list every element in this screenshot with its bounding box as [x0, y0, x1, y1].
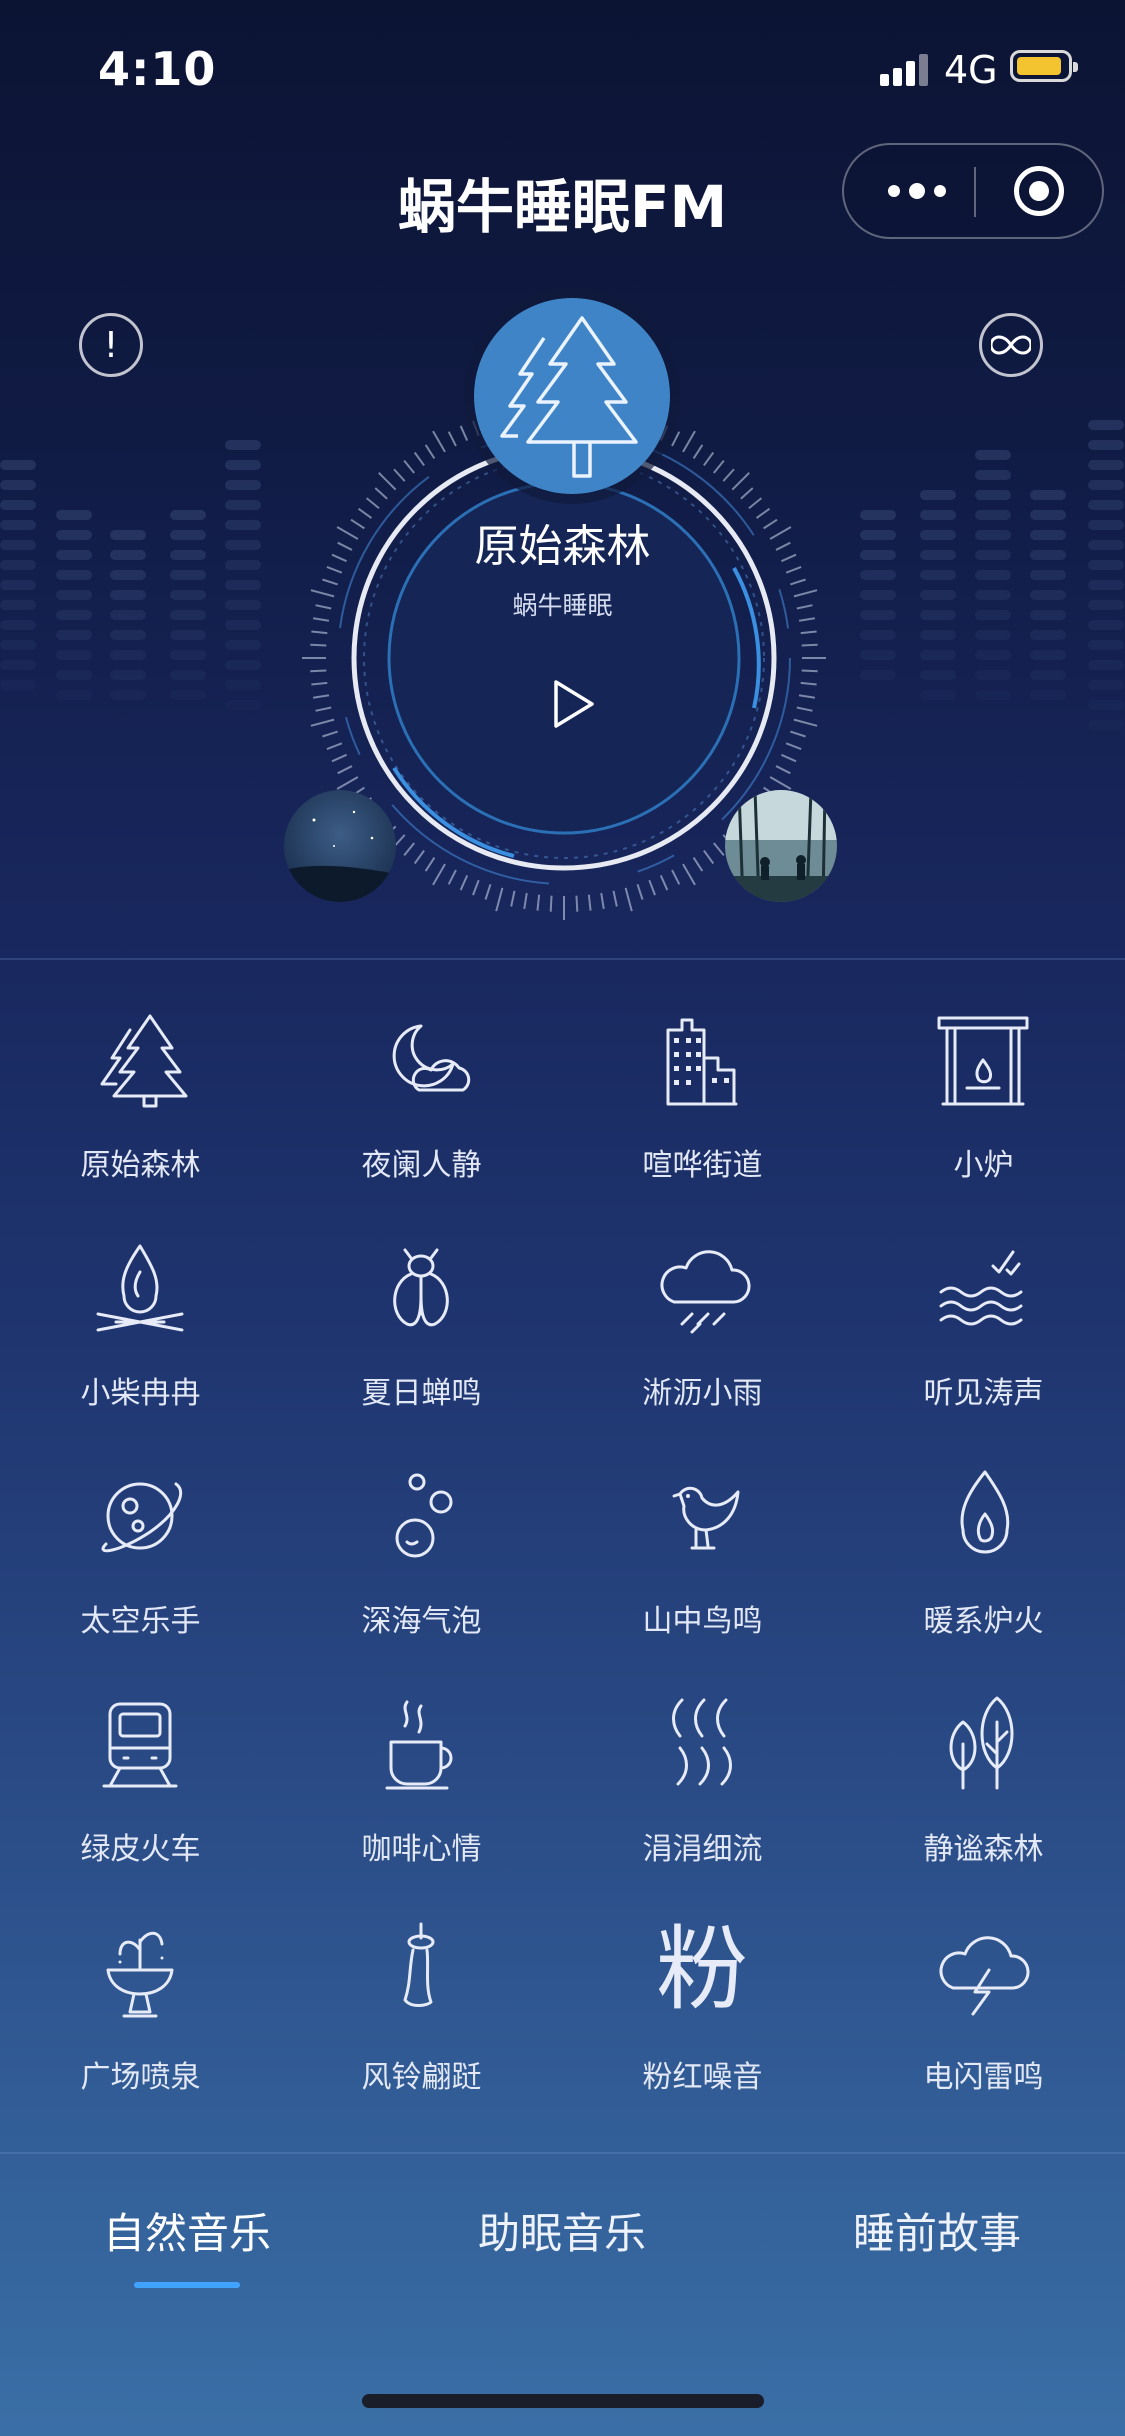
fireplace-icon — [933, 1008, 1033, 1108]
close-mini-program-button[interactable] — [1014, 166, 1064, 216]
warning-info-icon[interactable]: ! — [79, 313, 143, 377]
sound-item-label: 绿皮火车 — [80, 1832, 201, 1867]
sound-item-label: 广场喷泉 — [80, 2060, 201, 2095]
network-type: 4G — [944, 48, 998, 92]
pink-noise-icon: 粉 — [655, 1916, 748, 2023]
home-indicator[interactable] — [362, 2394, 764, 2408]
sound-item-label: 深海气泡 — [361, 1604, 482, 1639]
sound-item-label: 风铃翩跹 — [361, 2060, 482, 2095]
tab-nature-music[interactable]: 自然音乐 — [37, 2200, 337, 2261]
thunder-cloud-icon — [933, 1920, 1033, 2020]
sound-item[interactable]: 听见涛声 — [843, 1218, 1124, 1446]
sound-item[interactable]: 淅沥小雨 — [562, 1218, 843, 1446]
prev-track-thumbnail-night-sky[interactable] — [284, 790, 396, 902]
sound-item-label: 小柴冉冉 — [80, 1376, 201, 1411]
fountain-icon — [90, 1920, 190, 2020]
sound-item-label: 原始森林 — [80, 1148, 201, 1183]
sound-item[interactable]: 小炉 — [843, 990, 1124, 1218]
equalizer-bar — [225, 440, 261, 720]
active-tab-indicator — [134, 2282, 240, 2288]
sound-item[interactable]: 咖啡心情 — [281, 1674, 562, 1902]
sound-item-label: 粉红噪音 — [642, 2060, 763, 2095]
tab-sleep-music[interactable]: 助眠音乐 — [412, 2200, 712, 2261]
cellular-signal-icon — [880, 52, 932, 86]
sound-item[interactable]: 山中鸟鸣 — [562, 1446, 843, 1674]
equalizer-bar — [975, 450, 1011, 710]
planet-icon — [90, 1464, 190, 1564]
sound-item[interactable]: 静谧森林 — [843, 1674, 1124, 1902]
sound-item-label: 喧哗街道 — [642, 1148, 763, 1183]
sound-item[interactable]: 广场喷泉 — [0, 1902, 281, 2130]
capsule-divider — [974, 167, 976, 217]
bubbles-icon — [371, 1464, 471, 1564]
sound-item[interactable]: 深海气泡 — [281, 1446, 562, 1674]
waves-icon — [933, 1236, 1033, 1336]
flame-icon — [933, 1464, 1033, 1564]
train-icon — [90, 1692, 190, 1792]
rain-cloud-icon — [652, 1236, 752, 1336]
current-track-title: 原始森林 — [474, 521, 651, 572]
bird-icon — [652, 1464, 752, 1564]
sound-item[interactable]: 粉粉红噪音 — [562, 1902, 843, 2130]
sound-item-label: 电闪雷鸣 — [923, 2060, 1044, 2095]
sound-item-label: 静谧森林 — [923, 1832, 1044, 1867]
campfire-icon — [90, 1236, 190, 1336]
sound-item-label: 小炉 — [953, 1148, 1014, 1183]
current-track-subtitle: 蜗牛睡眠 — [512, 591, 613, 620]
cicada-icon — [371, 1236, 471, 1336]
sound-item-label: 淅沥小雨 — [642, 1376, 763, 1411]
sound-item[interactable]: 原始森林 — [0, 990, 281, 1218]
equalizer-decoration-right — [860, 420, 1125, 740]
pine-tree-icon — [90, 1008, 190, 1108]
sound-item[interactable]: 小柴冉冉 — [0, 1218, 281, 1446]
tabbar-divider — [0, 2152, 1125, 2154]
sound-item[interactable]: 喧哗街道 — [562, 990, 843, 1218]
sound-item-label: 涓涓细流 — [642, 1832, 763, 1867]
sound-item[interactable]: 绿皮火车 — [0, 1674, 281, 1902]
sound-item[interactable]: 太空乐手 — [0, 1446, 281, 1674]
sound-item-label: 太空乐手 — [80, 1604, 201, 1639]
sound-item[interactable]: 夜阑人静 — [281, 990, 562, 1218]
sound-item[interactable]: 涓涓细流 — [562, 1674, 843, 1902]
more-options-button[interactable] — [862, 145, 972, 237]
section-divider — [0, 958, 1125, 960]
equalizer-bar — [1088, 420, 1124, 740]
battery-icon — [1010, 50, 1078, 82]
sound-item-label: 山中鸟鸣 — [642, 1604, 763, 1639]
track-cover-pine-tree[interactable] — [474, 298, 670, 494]
infinite-loop-icon[interactable] — [979, 313, 1043, 377]
sound-item-label: 咖啡心情 — [361, 1832, 482, 1867]
coffee-cup-icon — [371, 1692, 471, 1792]
sound-item-label: 听见涛声 — [923, 1376, 1044, 1411]
wind-chime-icon — [371, 1920, 471, 2020]
next-track-thumbnail-forest-walk[interactable] — [725, 790, 837, 902]
trees-icon — [933, 1692, 1033, 1792]
city-building-icon — [652, 1008, 752, 1108]
sound-item-label: 夏日蝉鸣 — [361, 1376, 482, 1411]
equalizer-bar — [0, 460, 36, 700]
play-button[interactable] — [548, 676, 598, 732]
moon-cloud-icon — [371, 1008, 471, 1108]
sound-item[interactable]: 电闪雷鸣 — [843, 1902, 1124, 2130]
stream-icon — [652, 1692, 752, 1792]
sound-item-label: 暖系炉火 — [923, 1604, 1044, 1639]
mini-program-capsule — [842, 143, 1104, 239]
sound-item[interactable]: 暖系炉火 — [843, 1446, 1124, 1674]
sound-item-label: 夜阑人静 — [361, 1148, 482, 1183]
sound-item[interactable]: 夏日蝉鸣 — [281, 1218, 562, 1446]
tab-bedtime-stories[interactable]: 睡前故事 — [787, 2200, 1087, 2261]
status-time: 4:10 — [98, 42, 217, 96]
sound-item[interactable]: 风铃翩跹 — [281, 1902, 562, 2130]
